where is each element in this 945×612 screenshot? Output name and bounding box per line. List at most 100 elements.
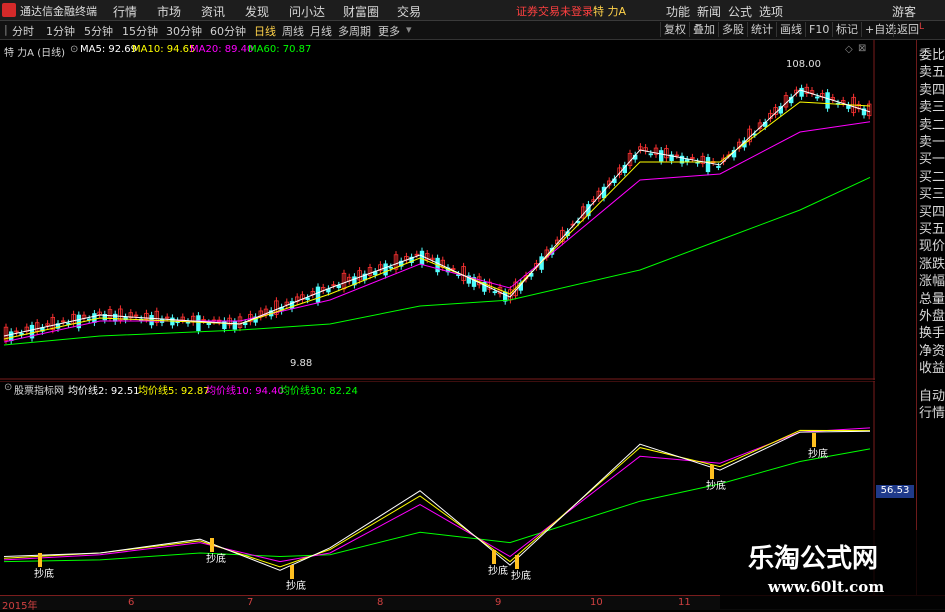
stock-name: 特 力A xyxy=(593,5,627,18)
quote-field-label: 涨跌 xyxy=(919,256,945,272)
tab-30min[interactable]: 30分钟 xyxy=(166,23,202,39)
quote-field-label: 卖一 xyxy=(919,135,945,150)
menu-item-function[interactable]: 功能 xyxy=(666,3,690,20)
high-annotation: 108.00 xyxy=(786,59,821,70)
main-chart[interactable]: 100.0090.0080.0070.0060.0050.0040.0030.0… xyxy=(0,40,875,380)
candle-body xyxy=(8,331,14,342)
f10-button[interactable]: F10 xyxy=(805,22,832,37)
ma10-value: MA10: 94.65 xyxy=(132,44,196,55)
quote-field-label: 收益 xyxy=(919,361,945,377)
diamond-icon[interactable]: ◇ xyxy=(845,44,853,55)
statistics-button[interactable]: 统计 xyxy=(747,22,776,37)
menu-item-wealth[interactable]: 财富圈 xyxy=(343,3,379,20)
tab-intraday[interactable]: 分时 xyxy=(12,23,34,39)
chevron-down-icon[interactable]: ▾ xyxy=(406,23,412,36)
avg30-value: 均价线30: 82.24 xyxy=(280,386,358,397)
menu-item-formula[interactable]: 公式 xyxy=(728,3,752,20)
menu-item-quotes[interactable]: 行情 xyxy=(113,3,137,20)
app-title: 通达信金融终端 xyxy=(20,5,97,18)
draw-line-button[interactable]: 画线 xyxy=(776,22,805,37)
candle-body xyxy=(659,150,664,162)
signal-bar xyxy=(210,538,214,552)
indicator-settings-icon[interactable]: ⊙ xyxy=(70,44,78,55)
tab-collapse-icon[interactable]: | xyxy=(4,23,8,36)
tab-1min[interactable]: 1分钟 xyxy=(46,23,75,39)
overlay-button[interactable]: 叠加 xyxy=(689,22,718,37)
quote-field-label: 买五 xyxy=(919,222,945,237)
quote-field-label: 卖二 xyxy=(919,117,945,133)
candle-body xyxy=(92,313,97,323)
candle-body xyxy=(502,291,508,302)
candle-body xyxy=(648,153,653,156)
candle-body xyxy=(815,96,820,99)
candle-body xyxy=(232,321,237,330)
candle-body xyxy=(113,313,118,322)
quote-field-label: 委比 xyxy=(919,48,945,63)
candle-body xyxy=(492,291,497,294)
candle-body xyxy=(305,297,310,300)
candle-body xyxy=(799,87,804,97)
indicator-mode-label[interactable]: 行情 xyxy=(919,402,945,421)
candle-body xyxy=(705,157,711,173)
candle-body xyxy=(825,92,830,109)
signal-bar xyxy=(290,565,294,579)
panel-toggle[interactable]: L xyxy=(919,22,924,32)
tab-15min[interactable]: 15分钟 xyxy=(122,23,158,39)
menu-item-assistant[interactable]: 问小达 xyxy=(289,3,325,20)
menu-item-guest[interactable]: 游客 xyxy=(892,3,916,20)
watermark-url: www.60lt.com xyxy=(768,578,885,596)
menu-item-discover[interactable]: 发现 xyxy=(245,3,269,20)
watermark: 乐淘公式网 www.60lt.com xyxy=(720,530,945,609)
close-icon[interactable]: ⊠ xyxy=(858,43,866,54)
menu-item-options[interactable]: 选项 xyxy=(759,3,783,20)
low-annotation: 9.88 xyxy=(290,358,313,369)
current-value-label: 56.53 xyxy=(876,485,914,498)
x-label: 7 xyxy=(247,597,254,608)
login-warning[interactable]: 证券交易未登录 xyxy=(516,3,593,19)
x-label: 11 xyxy=(678,597,691,608)
x-label: 8 xyxy=(377,597,384,608)
avg2-value: 均价线2: 92.51 xyxy=(68,386,140,397)
quote-panel: L 委比 卖五 卖四 卖三 卖二 卖一 买一 买二 买三 买四 买五 现价 涨跌 涨幅 总量 外盘 换手 净资 收益… xyxy=(916,22,945,595)
multi-stock-button[interactable]: 多股 xyxy=(718,22,747,37)
candle-body xyxy=(388,266,393,269)
signal-bar xyxy=(710,465,714,479)
back-button[interactable]: 返回 xyxy=(893,22,922,37)
ma10-line xyxy=(3,101,871,340)
x-label: 6 xyxy=(128,597,135,608)
menu-item-market[interactable]: 市场 xyxy=(157,3,181,20)
tab-monthly[interactable]: 月线 xyxy=(310,23,332,39)
candle-body xyxy=(419,250,425,265)
menu-item-trade[interactable]: 交易 xyxy=(397,3,421,20)
ma5-value: MA5: 92.69 xyxy=(80,44,138,55)
quote-field-label: 卖三 xyxy=(919,100,945,116)
mark-button[interactable]: 标记 xyxy=(832,22,861,37)
tab-60min[interactable]: 60分钟 xyxy=(210,23,246,39)
candle-body xyxy=(206,322,211,325)
avg10-value: 均价线10: 94.40 xyxy=(206,386,284,397)
avg5-value: 均价线5: 92.87 xyxy=(138,386,210,397)
indicator-name: 股票指标网 xyxy=(14,386,64,397)
candle-body xyxy=(222,320,227,330)
tab-5min[interactable]: 5分钟 xyxy=(84,23,113,39)
tab-daily[interactable]: 日线 xyxy=(254,23,276,39)
tab-weekly[interactable]: 周线 xyxy=(282,23,304,39)
quote-field-label: 卖五 xyxy=(919,65,945,81)
main-chart-svg: 100.0090.0080.0070.0060.0050.0040.0030.0… xyxy=(0,40,875,380)
tab-multi-period[interactable]: 多周期 xyxy=(338,23,371,39)
quote-field-label: 总量 xyxy=(919,291,945,307)
x-label: 9 xyxy=(495,597,502,608)
signal-bar xyxy=(492,550,496,564)
ma60-value: MA60: 70.87 xyxy=(248,44,312,55)
menu-item-news[interactable]: 资讯 xyxy=(201,3,225,20)
tab-more[interactable]: 更多 xyxy=(378,23,400,39)
menu-item-newsdesk[interactable]: 新闻 xyxy=(697,3,721,20)
quote-field-label: 现价 xyxy=(919,239,945,255)
quote-field-label: 卖四 xyxy=(919,82,945,98)
watermark-title: 乐淘公式网 xyxy=(748,544,879,574)
quote-field-label: 买三 xyxy=(919,187,945,203)
candle-body xyxy=(196,315,201,331)
candle-body xyxy=(716,166,721,168)
indicator-settings-icon[interactable]: ⊙ xyxy=(4,382,12,393)
restore-rights-button[interactable]: 复权 xyxy=(660,22,689,37)
